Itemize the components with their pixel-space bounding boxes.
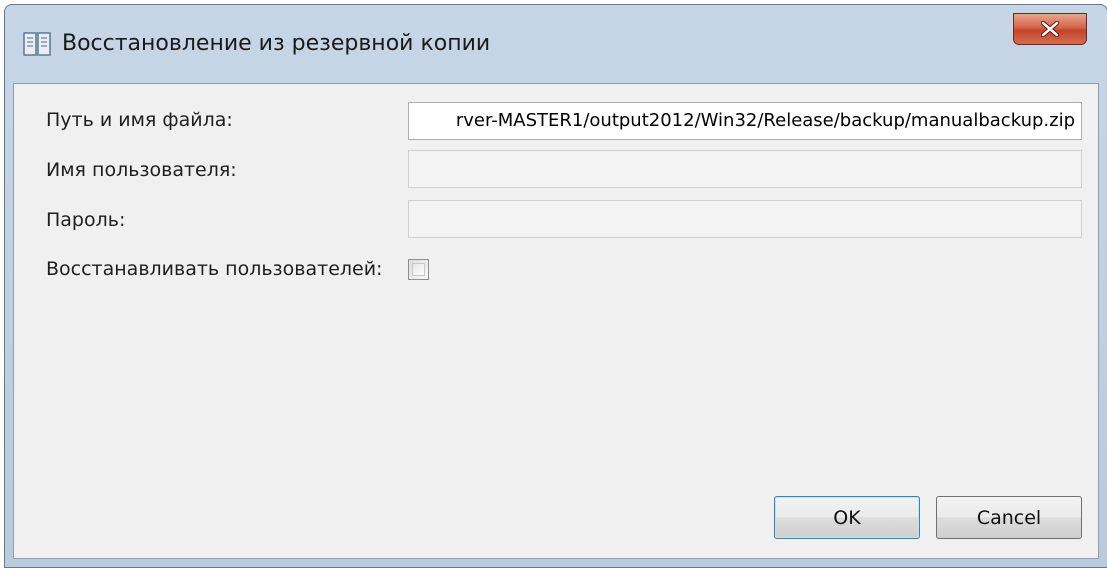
dialog-body: Путь и имя файла: rver-MASTER1/output201…: [13, 83, 1099, 559]
dialog-window: Восстановление из резервной копии Путь и…: [4, 4, 1107, 568]
path-field[interactable]: rver-MASTER1/output2012/Win32/Release/ba…: [408, 102, 1082, 140]
book-icon: [23, 32, 51, 56]
restore-users-checkbox[interactable]: [408, 259, 429, 280]
path-label: Путь и имя файла:: [46, 109, 233, 131]
window-title: Восстановление из резервной копии: [62, 31, 491, 56]
restore-users-label: Восстанавливать пользователей:: [46, 258, 383, 280]
close-button[interactable]: [1013, 13, 1087, 45]
username-field[interactable]: [408, 150, 1082, 188]
username-label: Имя пользователя:: [46, 159, 237, 181]
password-field[interactable]: [408, 200, 1082, 238]
ok-button[interactable]: OK: [774, 496, 920, 539]
title-bar[interactable]: Восстановление из резервной копии: [5, 5, 1107, 83]
password-label: Пароль:: [46, 209, 126, 231]
path-value: rver-MASTER1/output2012/Win32/Release/ba…: [455, 110, 1075, 131]
close-icon: [1041, 21, 1059, 37]
cancel-button[interactable]: Cancel: [936, 496, 1082, 539]
